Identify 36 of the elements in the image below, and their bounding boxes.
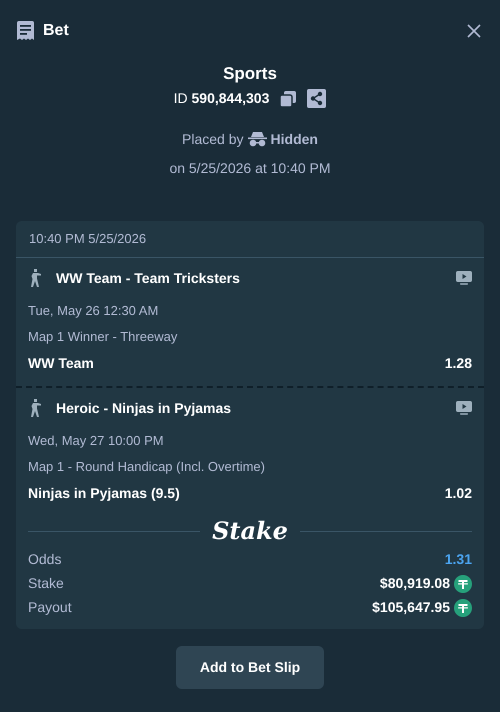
market-name: Map 1 Winner - Threeway [28,328,178,346]
dialog-title: Bet [43,20,69,40]
placed-by-label: Placed by [182,130,244,149]
incognito-icon [248,132,267,147]
match-title: WW Team - Team Tricksters [56,268,241,288]
total-label: Payout [28,598,72,617]
selected-outcome: Ninjas in Pyjamas (9.5) [28,484,180,503]
tether-coin-icon [454,598,472,616]
bet-timestamp: 10:40 PM 5/25/2026 [29,230,146,248]
total-label: Odds [28,550,62,569]
share-icon [307,89,326,108]
selected-outcome: WW Team [28,354,94,373]
total-label: Stake [28,574,64,593]
match-title: Heroic - Ninjas in Pyjamas [56,398,232,418]
placed-date: on 5/25/2026 at 10:40 PM [169,159,331,178]
tether-coin-icon [454,574,472,592]
live-stream-icon [456,271,472,285]
share-button[interactable] [307,89,326,108]
copy-icon [279,90,298,108]
amount-value: $80,919.08 [380,574,450,593]
outcome-odds: 1.02 [444,484,472,503]
outcome-odds: 1.28 [444,354,472,373]
market-name: Map 1 - Round Handicap (Incl. Overtime) [28,458,266,476]
copy-button[interactable] [279,90,298,108]
live-stream-icon [456,401,472,415]
receipt-icon [16,20,35,40]
bet-id: ID 590,844,303 [174,89,270,108]
stake-logo: Stake [212,515,288,547]
close-icon [467,24,481,38]
add-to-bet-slip-button[interactable]: Add to Bet Slip [176,646,324,689]
user-name: Hidden [270,130,318,149]
bet-category: Sports [223,63,277,85]
amount-value: $105,647.95 [372,598,450,617]
match-start-time: Wed, May 27 10:00 PM [28,432,165,450]
match-start-time: Tue, May 26 12:30 AM [28,302,160,320]
total-odds: 1.31 [444,550,472,569]
